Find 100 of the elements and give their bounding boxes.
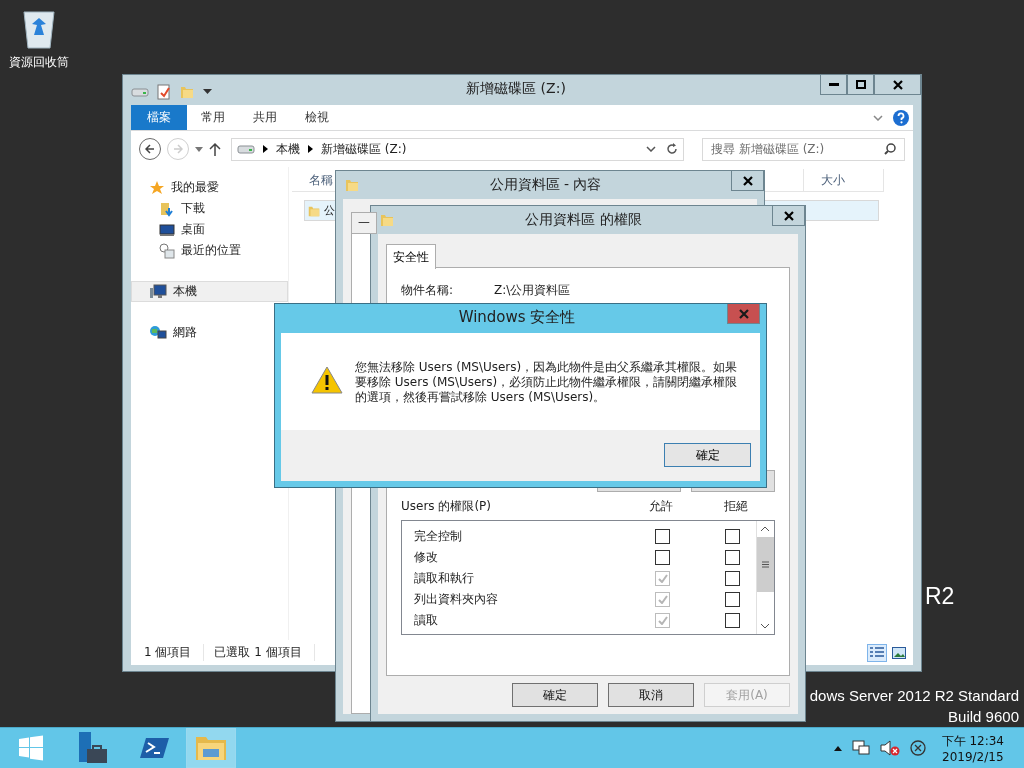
back-button[interactable] <box>139 138 161 160</box>
permission-name: 修改 <box>414 549 439 566</box>
grip-icon <box>762 561 769 568</box>
search-field[interactable]: 搜尋 新增磁碟區 (Z:) <box>702 137 905 161</box>
permission-name: 列出資料夾內容 <box>414 591 499 608</box>
nav-item[interactable]: 最近的位置 <box>131 240 288 261</box>
chevron-right-icon <box>263 145 268 153</box>
caret-icon[interactable] <box>203 89 212 95</box>
arrow-left-icon <box>145 144 155 154</box>
deny-checkbox[interactable] <box>725 613 740 628</box>
breadcrumb[interactable]: 本機 <box>276 140 300 158</box>
status-text: 1 個項目 <box>144 644 205 661</box>
nav-item[interactable]: 網路 <box>131 322 288 343</box>
check-icon <box>657 616 668 625</box>
search-icon <box>884 143 896 155</box>
field-label: 物件名稱: <box>401 282 455 299</box>
drive-icon <box>131 86 149 98</box>
edition-text: dows Server 2012 R2 Standard <box>809 686 1019 706</box>
close-button[interactable] <box>772 206 805 226</box>
help-icon[interactable] <box>893 109 909 126</box>
network-icon <box>149 324 167 341</box>
allow-checkbox[interactable] <box>655 529 670 544</box>
windows-logo-icon <box>17 734 45 762</box>
ok-button[interactable]: 確定 <box>664 443 751 467</box>
details-view-button[interactable] <box>867 643 887 662</box>
permission-name: 讀取 <box>414 612 439 629</box>
close-button[interactable] <box>731 171 764 191</box>
field-value: Z:\公用資料區 <box>494 282 571 299</box>
close-icon <box>742 175 753 186</box>
nav-item[interactable]: 桌面 <box>131 219 288 240</box>
maximize-icon <box>855 80 866 89</box>
ribbon-tab[interactable]: 共用 <box>239 105 291 130</box>
properties-icon[interactable] <box>157 84 171 100</box>
edition-text: R2 <box>925 583 955 610</box>
minimize-button[interactable] <box>820 75 847 95</box>
section-label: Users 的權限(P) <box>401 498 493 515</box>
check-icon <box>657 595 668 604</box>
breadcrumb[interactable]: 新增磁碟區 (Z:) <box>321 140 407 158</box>
arrow-right-icon <box>173 144 183 154</box>
download-folder-icon <box>159 200 175 217</box>
server-toolbox-icon <box>77 731 109 765</box>
dialog-title: 公用資料區 的權限 <box>524 210 643 229</box>
folder-icon <box>179 84 195 100</box>
muted-speaker-icon[interactable] <box>879 740 900 756</box>
minimize-icon <box>828 83 839 86</box>
allow-checkbox[interactable] <box>655 550 670 565</box>
chevron-right-icon <box>308 145 313 153</box>
close-circle-icon[interactable] <box>909 740 926 756</box>
clock[interactable]: 下午 12:34 2019/2/15 <box>941 732 1004 764</box>
edition-text: Build 9600 <box>948 707 1019 727</box>
nav-item[interactable]: 下載 <box>131 198 288 219</box>
folder-icon <box>379 212 395 228</box>
dialog-title: Windows 安全性 <box>457 307 577 328</box>
column-header: 拒絕 <box>724 498 748 515</box>
dialog-title: 公用資料區 - 內容 <box>488 175 603 194</box>
monitor-icon <box>159 222 175 237</box>
maximize-button[interactable] <box>847 75 874 95</box>
deny-checkbox[interactable] <box>725 550 740 565</box>
caret-icon[interactable] <box>195 146 203 152</box>
drive-icon <box>237 143 255 155</box>
status-text: 已選取 1 個項目 <box>214 644 315 661</box>
dialog-tab[interactable]: 一 <box>351 212 377 234</box>
nav-item[interactable]: 我的最愛 <box>131 177 288 198</box>
scroll-thumb[interactable] <box>757 537 774 592</box>
network-icon[interactable] <box>851 740 870 756</box>
recent-places-icon <box>159 242 175 259</box>
list-icon <box>870 646 884 659</box>
address-bar[interactable]: 本機 新增磁碟區 (Z:) <box>231 137 684 161</box>
folder-icon <box>194 734 228 762</box>
permission-name: 完全控制 <box>414 528 463 545</box>
column-header[interactable]: 大小 <box>804 169 884 191</box>
alert-message: 您無法移除 Users (MS\Users)，因為此物件是由父系繼承其權限。如果要移除 Users (MS\Users)，必須防止此物件繼承權限，請關閉繼承權限的選項，然後再嘗試移除 Users (MS\Users)。 <box>355 360 739 406</box>
permission-name: 讀取和執行 <box>414 570 475 587</box>
powershell-icon <box>140 736 170 760</box>
deny-checkbox[interactable] <box>725 571 740 586</box>
chevron-down-icon[interactable] <box>646 146 656 152</box>
ribbon-tab[interactable]: 檢視 <box>291 105 343 130</box>
picture-icon <box>892 646 906 659</box>
check-icon <box>657 574 668 583</box>
arrow-up-icon[interactable] <box>209 142 221 156</box>
star-icon <box>149 179 165 196</box>
close-icon <box>783 210 794 221</box>
caret-up-icon[interactable] <box>833 745 842 751</box>
computer-icon <box>149 283 167 300</box>
warning-icon <box>311 366 343 394</box>
ribbon-tab[interactable]: 檔案 <box>131 105 187 130</box>
desktop-icon-label[interactable]: 資源回收筒 <box>9 54 69 71</box>
dialog-button[interactable]: 取消 <box>608 683 694 707</box>
refresh-icon[interactable] <box>666 143 678 155</box>
chevron-down-icon[interactable] <box>873 114 883 121</box>
close-icon <box>892 79 903 90</box>
ribbon-tab[interactable]: 常用 <box>187 105 239 130</box>
scrollbar[interactable] <box>756 521 774 634</box>
deny-checkbox[interactable] <box>725 529 740 544</box>
dialog-tab[interactable]: 安全性 <box>386 244 436 269</box>
close-button[interactable] <box>874 75 921 95</box>
column-header: 允許 <box>649 498 674 515</box>
dialog-button[interactable]: 確定 <box>512 683 598 707</box>
nav-item[interactable]: 本機 <box>131 281 288 302</box>
deny-checkbox[interactable] <box>725 592 740 607</box>
